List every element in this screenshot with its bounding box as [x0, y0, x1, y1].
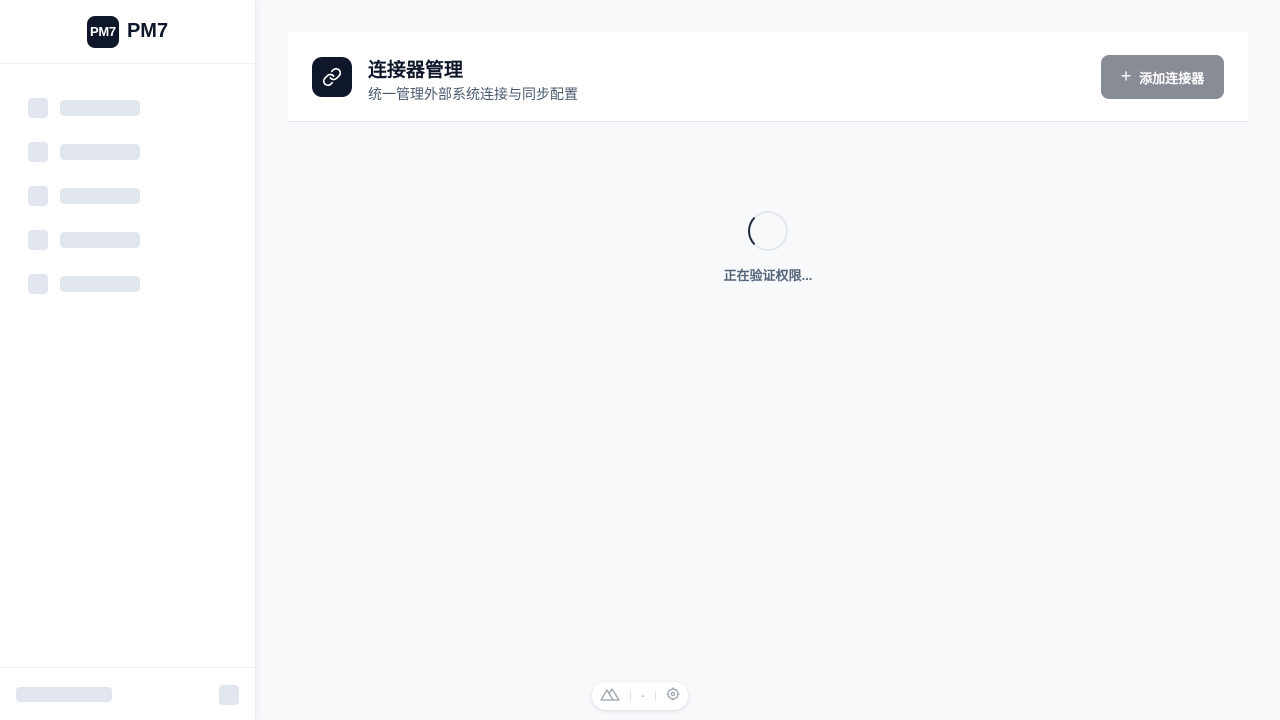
sidebar-item-skeleton: [28, 186, 255, 206]
skeleton-icon: [28, 186, 48, 206]
plus-icon: +: [1120, 66, 1132, 86]
loading-spinner: [748, 211, 788, 251]
skeleton-user-label: [16, 687, 112, 702]
target-icon[interactable]: [666, 687, 680, 706]
link-icon: [312, 57, 352, 97]
page-header: 连接器管理 统一管理外部系统连接与同步配置 + 添加连接器: [288, 32, 1248, 122]
brand-logo: PM7: [86, 15, 119, 48]
sidebar-item-skeleton: [28, 98, 255, 118]
sidebar-footer: [0, 667, 255, 720]
sidebar: PM7 PM7: [0, 0, 256, 720]
sidebar-item-skeleton: [28, 230, 255, 250]
dev-value: -: [641, 690, 645, 702]
skeleton-icon: [28, 230, 48, 250]
add-connector-button[interactable]: + 添加连接器: [1101, 55, 1224, 99]
loading-text: 正在验证权限...: [723, 268, 813, 283]
skeleton-label: [60, 232, 140, 248]
dev-toolbar: -: [592, 682, 688, 710]
brand[interactable]: PM7 PM7: [0, 0, 255, 64]
skeleton-label: [60, 276, 140, 292]
sidebar-item-skeleton: [28, 142, 255, 162]
skeleton-label: [60, 144, 140, 160]
skeleton-icon: [28, 142, 48, 162]
divider: [630, 690, 632, 702]
skeleton-user-icon: [219, 685, 239, 705]
divider: [654, 690, 656, 702]
skeleton-label: [60, 188, 140, 204]
nuxt-icon[interactable]: [600, 687, 620, 706]
skeleton-label: [60, 100, 140, 116]
brand-name: PM7: [126, 20, 169, 42]
skeleton-icon: [28, 98, 48, 118]
sidebar-item-skeleton: [28, 274, 255, 294]
page-subtitle: 统一管理外部系统连接与同步配置: [368, 86, 578, 102]
add-connector-label: 添加连接器: [1139, 70, 1205, 86]
page-title: 连接器管理: [368, 60, 464, 81]
sidebar-nav: [0, 64, 255, 294]
skeleton-icon: [28, 274, 48, 294]
